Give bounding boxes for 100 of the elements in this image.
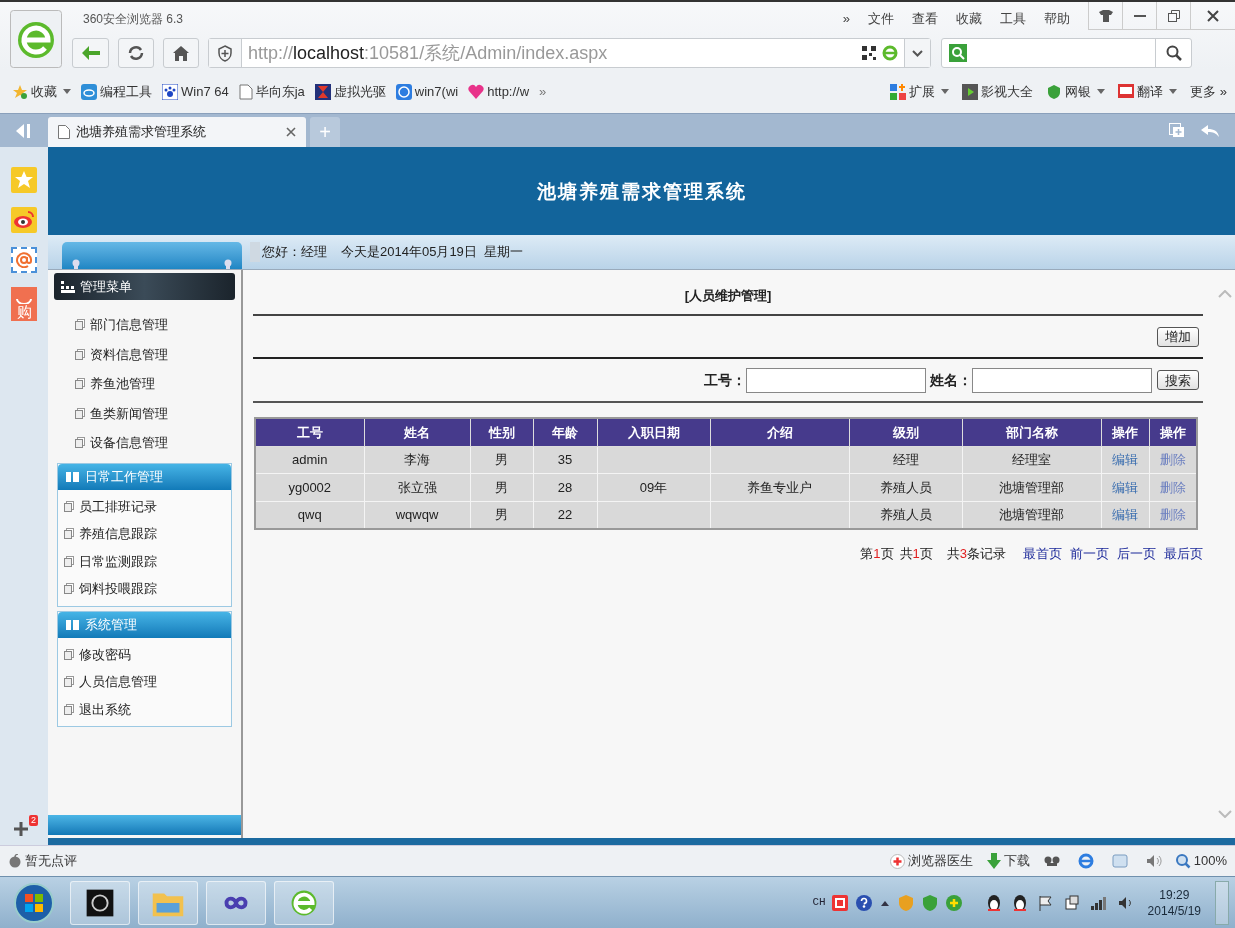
home-button[interactable]	[163, 38, 199, 68]
refresh-icon	[127, 45, 145, 61]
pager-link[interactable]: 后一页	[1117, 543, 1156, 563]
column-header: 操作	[1101, 418, 1149, 446]
pager-link[interactable]: 最首页	[1023, 543, 1062, 563]
input-method-icon[interactable]	[831, 894, 848, 911]
toolbar-link[interactable]: 翻译	[1137, 81, 1164, 102]
caret-icon[interactable]	[1169, 89, 1178, 94]
bookmark-link[interactable]: 编程工具	[100, 81, 152, 102]
search-icon	[1165, 45, 1182, 61]
apple-icon	[8, 854, 22, 868]
mail-icon[interactable]	[11, 247, 37, 273]
menu-item[interactable]: 日常监测跟踪	[79, 551, 157, 571]
add-button[interactable]: 增加	[1157, 326, 1199, 347]
input-field[interactable]	[972, 367, 1152, 393]
flag-icon[interactable]	[1037, 894, 1054, 911]
browser-tab[interactable]: 池塘养殖需求管理系统	[48, 117, 306, 147]
add-icon[interactable]	[13, 821, 29, 837]
globe-icon	[395, 83, 412, 100]
table-cell: 李海	[364, 446, 470, 474]
menu-item[interactable]: 修改密码	[79, 644, 131, 664]
section-heading: [人员维护管理]	[684, 287, 772, 305]
paw-icon[interactable]	[1043, 855, 1060, 867]
status-link[interactable]: 下载	[1003, 851, 1030, 871]
book-icon	[66, 619, 79, 630]
back-arrow-icon	[81, 46, 100, 60]
search-field[interactable]	[941, 38, 1192, 68]
ie-icon[interactable]	[1077, 853, 1094, 869]
toolbar-link[interactable]: 扩展	[909, 81, 936, 102]
sidebar-toggle-icon[interactable]	[16, 123, 32, 138]
clock-date[interactable]: 2014/5/19	[1147, 902, 1201, 919]
refresh-button[interactable]	[118, 38, 154, 68]
menu-item[interactable]: 设备信息管理	[90, 433, 168, 453]
caret-icon[interactable]	[63, 89, 71, 94]
close-tab-icon[interactable]	[286, 127, 296, 137]
penguin-icon[interactable]	[985, 893, 1002, 912]
menu-item[interactable]: 部门信息管理	[90, 315, 168, 335]
bookmark-link[interactable]: http://w	[487, 81, 530, 102]
table-cell: 经理	[849, 446, 962, 474]
input-field[interactable]	[746, 367, 926, 393]
rating-text[interactable]: 暂无点评	[25, 851, 77, 871]
menu-item[interactable]: 帮助	[1044, 9, 1070, 29]
menu-item[interactable]: 员工排班记录	[79, 496, 157, 516]
more-link[interactable]: 更多 »	[1190, 81, 1227, 102]
menu-item[interactable]: 养殖信息跟踪	[79, 524, 157, 544]
grid-icon	[61, 280, 75, 293]
toolbar-link[interactable]: 影视大全	[981, 81, 1034, 102]
document-icon	[64, 500, 74, 512]
menu-title: 管理菜单	[80, 277, 132, 296]
menu-item[interactable]: 收藏	[956, 9, 982, 29]
speaker-icon[interactable]	[1117, 895, 1134, 910]
pager-link[interactable]: 最后页	[1164, 543, 1203, 563]
bookmark-link[interactable]: 虚拟光驱	[333, 81, 386, 102]
terminal-app-icon[interactable]	[70, 880, 130, 925]
menu-item[interactable]: 鱼类新闻管理	[90, 403, 168, 423]
bookmark-link[interactable]: win7(wi	[414, 81, 459, 102]
menu-overflow[interactable]: »	[842, 9, 850, 29]
search-engine-icon[interactable]	[949, 44, 967, 62]
clock-time[interactable]: 19:29	[1159, 886, 1190, 903]
bookmark-link[interactable]: 收藏	[31, 81, 57, 102]
menu-item[interactable]: 人员信息管理	[79, 672, 157, 692]
shield-icon	[1046, 83, 1063, 100]
page-icon	[238, 83, 253, 100]
eye-icon[interactable]	[11, 207, 37, 233]
network-icon[interactable]	[1063, 894, 1080, 911]
infinity-app-icon[interactable]	[206, 880, 266, 925]
speaker-icon[interactable]	[1145, 854, 1162, 868]
penguin-icon[interactable]	[1011, 893, 1028, 912]
menu-item[interactable]: 工具	[1000, 9, 1026, 29]
search-button[interactable]: 搜索	[1157, 370, 1199, 390]
table-cell: 经理室	[962, 446, 1101, 474]
pager-link[interactable]: 前一页	[1070, 543, 1109, 563]
menu-item[interactable]: 文件	[868, 9, 894, 29]
menu-item[interactable]: 饲料投喂跟踪	[79, 579, 157, 599]
caret-icon[interactable]	[941, 89, 950, 94]
menu-item[interactable]: 查看	[912, 9, 938, 29]
back-button[interactable]	[72, 38, 109, 68]
document-icon	[64, 648, 74, 660]
bookmark-link[interactable]: Win7 64	[181, 81, 229, 102]
zoom-level[interactable]: 100%	[1193, 851, 1227, 871]
download-icon	[986, 853, 1001, 869]
column-header: 级别	[849, 418, 962, 446]
bookmarks-overflow[interactable]: »	[539, 81, 547, 102]
caret-icon[interactable]	[1097, 89, 1106, 94]
help-icon[interactable]	[855, 894, 872, 911]
toolbar-link[interactable]: 网银	[1065, 81, 1092, 102]
input-method-indicator[interactable]: CH	[812, 894, 826, 911]
bookmark-link[interactable]: 毕向东ja	[255, 81, 305, 102]
signal-icon[interactable]	[1089, 895, 1108, 910]
status-link[interactable]: 浏览器医生	[907, 851, 973, 871]
table-cell: 男	[470, 446, 533, 474]
menu-item[interactable]: 资料信息管理	[90, 344, 168, 364]
shirt-icon	[1098, 9, 1113, 22]
column-header: 姓名	[364, 418, 470, 446]
table-cell: 35	[533, 446, 597, 474]
table-cell: yg0002	[255, 473, 364, 501]
menu-item[interactable]: 退出系统	[79, 699, 131, 719]
column-header: 性别	[470, 418, 533, 446]
menu-item[interactable]: 养鱼池管理	[90, 374, 155, 394]
column-header: 年龄	[533, 418, 597, 446]
